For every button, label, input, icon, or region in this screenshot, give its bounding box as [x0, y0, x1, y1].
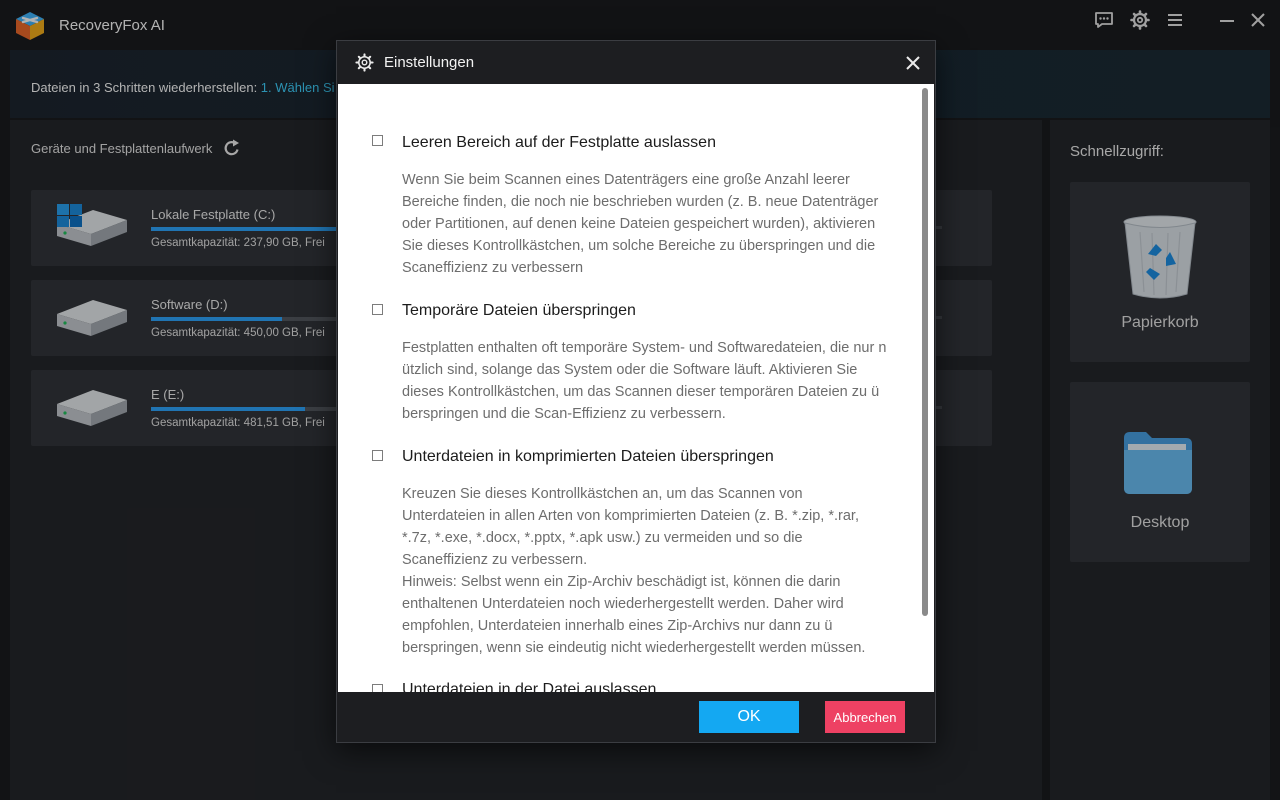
skip-file-subfiles-checkbox[interactable] — [372, 684, 383, 692]
skip-archive-subfiles-checkbox[interactable] — [372, 450, 383, 461]
cancel-button[interactable]: Abbrechen — [825, 701, 905, 733]
gear-icon — [355, 53, 374, 72]
skip-temp-files-checkbox[interactable] — [372, 304, 383, 315]
dialog-footer: OK Abbrechen — [337, 692, 935, 742]
option-description: Festplatten enthalten oft temporäre Syst… — [402, 340, 887, 422]
option-title: Unterdateien in der Datei auslassen — [402, 681, 657, 692]
skip-empty-area-checkbox[interactable] — [372, 135, 383, 146]
dialog-close-icon[interactable] — [903, 53, 923, 73]
dialog-header: Einstellungen — [337, 41, 935, 84]
option-description: Kreuzen Sie dieses Kontrollkästchen an, … — [402, 486, 866, 656]
dialog-title: Einstellungen — [384, 54, 475, 71]
option-title: Temporäre Dateien überspringen — [402, 302, 636, 319]
dialog-scrollbar[interactable] — [922, 88, 928, 616]
dialog-options-list: Leeren Bereich auf der Festplatte auslas… — [338, 84, 934, 692]
ok-button[interactable]: OK — [699, 701, 799, 733]
option-title: Leeren Bereich auf der Festplatte auslas… — [402, 134, 716, 151]
option-title: Unterdateien in komprimierten Dateien üb… — [402, 448, 774, 465]
option-description: Wenn Sie beim Scannen eines Datenträgers… — [402, 172, 879, 276]
settings-dialog: Einstellungen Leeren Bereich auf der Fes… — [336, 40, 936, 743]
